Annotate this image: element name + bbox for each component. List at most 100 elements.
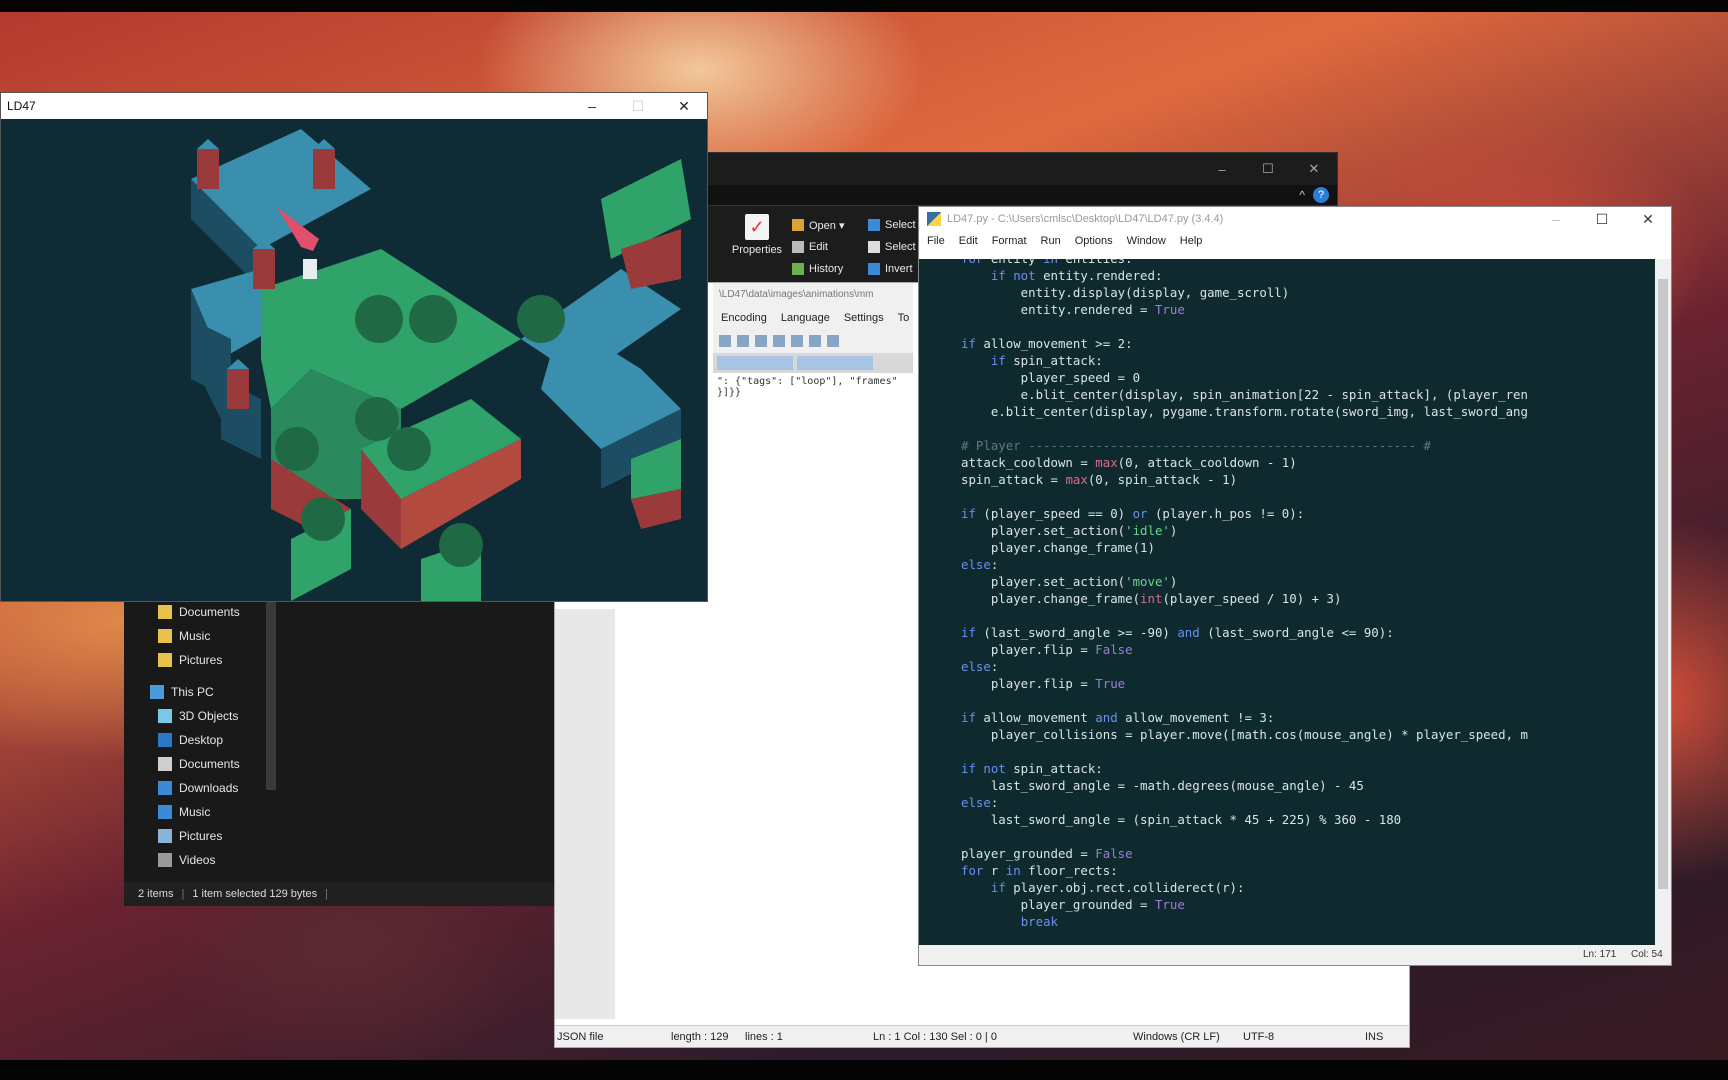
code-line: if not entity.rendered:: [990, 268, 1163, 283]
maximize-icon[interactable]: ☐: [1245, 161, 1291, 177]
find-icon[interactable]: [809, 335, 821, 347]
code-line: else:: [961, 557, 999, 572]
menu-run[interactable]: Run: [1041, 235, 1061, 247]
notepadpp-code[interactable]: ": {"tags": ["loop"], "frames"}]}}: [713, 373, 913, 413]
top-black-bar: [0, 0, 1728, 12]
menu-encoding[interactable]: Encoding: [721, 312, 767, 326]
code-editor[interactable]: for entity in entities: if not entity.re…: [919, 259, 1655, 945]
notepadpp-statusbar: JSON file length : 129 lines : 1 Ln : 1 …: [555, 1025, 1409, 1047]
menu-help[interactable]: Help: [1180, 235, 1203, 247]
nav-item-documents-pc[interactable]: Documents: [158, 754, 240, 774]
minimize-icon[interactable]: –: [569, 98, 615, 114]
maximize-icon[interactable]: ☐: [1579, 211, 1625, 228]
minimize-icon[interactable]: –: [1199, 162, 1245, 177]
nav-item-music-pc[interactable]: Music: [158, 802, 210, 822]
close-icon[interactable]: ✕: [661, 98, 707, 115]
open-button[interactable]: Open ▾: [792, 214, 845, 236]
nav-item-this-pc[interactable]: This PC: [150, 682, 214, 702]
maximize-icon[interactable]: ☐: [615, 98, 661, 115]
menu-tools[interactable]: To: [898, 312, 910, 326]
cut-icon[interactable]: [719, 335, 731, 347]
scrollbar-thumb[interactable]: [1658, 279, 1668, 889]
menu-format[interactable]: Format: [992, 235, 1027, 247]
nav-item-pictures-pc[interactable]: Pictures: [158, 826, 222, 846]
nav-item-documents[interactable]: Documents: [158, 602, 240, 622]
select-none-icon: [868, 241, 880, 253]
cube-icon: [158, 709, 172, 723]
code-line: # Player -------------------------------…: [961, 438, 1431, 453]
help-icon[interactable]: ?: [1313, 187, 1329, 203]
nav-scrollbar[interactable]: [266, 600, 276, 790]
code-line: if not spin_attack:: [961, 761, 1103, 776]
redo-icon[interactable]: [791, 335, 803, 347]
nav-item-pictures[interactable]: Pictures: [158, 650, 222, 670]
game-window[interactable]: LD47 – ☐ ✕: [0, 92, 708, 602]
nav-item-downloads[interactable]: Downloads: [158, 778, 238, 798]
file-explorer-titlebar: – ☐ ✕ ^ ?: [706, 152, 1338, 206]
desktop-wallpaper: – ☐ ✕ ^ ? ✓ Properties Open ▾ Edit Histo…: [0, 0, 1728, 1080]
code-line: last_sword_angle = (spin_attack * 45 + 2…: [961, 812, 1402, 827]
select-all-button[interactable]: Select: [868, 214, 916, 236]
code-line: break: [1020, 914, 1058, 929]
open-icon: [792, 219, 804, 231]
close-icon[interactable]: ✕: [1291, 161, 1337, 177]
nav-item-3d-objects[interactable]: 3D Objects: [158, 706, 238, 726]
code-line: player_collisions = player.move([math.co…: [961, 727, 1528, 742]
menu-window[interactable]: Window: [1127, 235, 1166, 247]
game-canvas[interactable]: [1, 119, 707, 601]
minimize-icon[interactable]: –: [1533, 211, 1579, 227]
menu-settings[interactable]: Settings: [844, 312, 884, 326]
file-tab[interactable]: [717, 356, 793, 370]
file-tab[interactable]: [797, 356, 873, 370]
status-separator: |: [181, 888, 185, 900]
insert-mode: INS: [1365, 1031, 1384, 1043]
code-line: e.blit_center(display, spin_animation[22…: [961, 387, 1528, 402]
copy-icon[interactable]: [737, 335, 749, 347]
history-icon: [792, 263, 804, 275]
menu-options[interactable]: Options: [1075, 235, 1113, 247]
menu-language[interactable]: Language: [781, 312, 830, 326]
undo-icon[interactable]: [773, 335, 785, 347]
replace-icon[interactable]: [827, 335, 839, 347]
idle-statusbar: Ln: 171 Col: 54: [919, 945, 1671, 965]
paste-icon[interactable]: [755, 335, 767, 347]
folder-icon: [158, 629, 172, 643]
folder-icon: [158, 653, 172, 667]
music-icon: [158, 805, 172, 819]
code-line: player_speed = 0: [961, 370, 1141, 385]
history-button[interactable]: History: [792, 258, 845, 280]
edit-button[interactable]: Edit: [792, 236, 845, 258]
code-line: player.flip = True: [961, 676, 1126, 691]
explorer-statusbar: 2 items | 1 item selected 129 bytes |: [124, 882, 554, 906]
game-titlebar[interactable]: LD47 – ☐ ✕: [1, 93, 707, 119]
idle-titlebar[interactable]: LD47.py - C:\Users\cmlsc\Desktop\LD47\LD…: [919, 207, 1671, 231]
edit-icon: [792, 241, 804, 253]
code-line: if player.obj.rect.colliderect(r):: [990, 880, 1245, 895]
invert-selection-button[interactable]: Invert: [868, 258, 916, 280]
cursor-position: Ln : 1 Col : 130 Sel : 0 | 0: [873, 1031, 997, 1043]
code-line: if (player_speed == 0) or (player.h_pos …: [961, 506, 1305, 521]
line-count: lines : 1: [745, 1031, 783, 1043]
chevron-up-icon[interactable]: ^: [1299, 188, 1305, 202]
menu-edit[interactable]: Edit: [959, 235, 978, 247]
properties-icon: ✓: [745, 214, 769, 240]
idle-editor-window[interactable]: LD47.py - C:\Users\cmlsc\Desktop\LD47\LD…: [918, 206, 1672, 966]
code-line: spin_attack = max(0, spin_attack - 1): [961, 472, 1238, 487]
game-title: LD47: [7, 99, 36, 113]
code-line: if spin_attack:: [990, 353, 1103, 368]
code-line: player.change_frame(1): [961, 540, 1155, 555]
nav-item-videos[interactable]: Videos: [158, 850, 215, 870]
select-none-button[interactable]: Select: [868, 236, 916, 258]
properties-button[interactable]: ✓ Properties: [730, 214, 784, 256]
item-count: 2 items: [138, 888, 174, 900]
code-line: player.flip = False: [961, 642, 1133, 657]
document-icon: [158, 757, 172, 771]
nav-item-music[interactable]: Music: [158, 626, 210, 646]
code-line: player.set_action('move'): [961, 574, 1178, 589]
close-icon[interactable]: ✕: [1625, 211, 1671, 228]
menu-file[interactable]: File: [927, 235, 945, 247]
editor-scrollbar[interactable]: [1655, 259, 1671, 945]
nav-item-desktop[interactable]: Desktop: [158, 730, 223, 750]
code-line: if (last_sword_angle >= -90) and (last_s…: [961, 625, 1394, 640]
column-number: Col: 54: [1631, 949, 1663, 960]
